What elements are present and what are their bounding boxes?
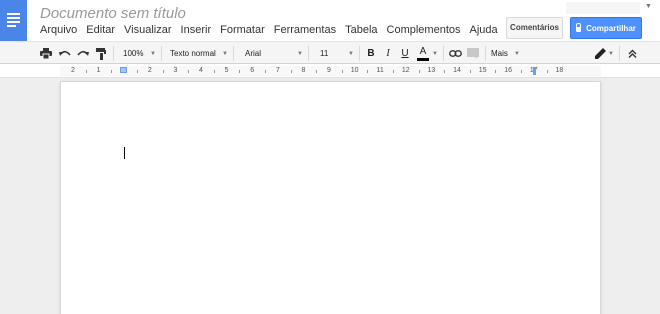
ruler-label: 2 <box>71 67 75 74</box>
menu-item-editar[interactable]: Editar <box>86 24 115 36</box>
ruler-tick <box>521 70 522 73</box>
document-title[interactable]: Documento sem título <box>40 5 186 22</box>
ruler-label: 6 <box>250 67 255 74</box>
ruler-tick <box>85 70 87 73</box>
chevron-down-icon[interactable]: ▼ <box>431 46 439 61</box>
menu-item-formatar[interactable]: Formatar <box>220 24 265 36</box>
ruler-label: 3 <box>173 67 178 74</box>
ruler-label: 16 <box>504 67 513 74</box>
ruler-tick <box>213 70 215 73</box>
account-area[interactable] <box>566 2 640 14</box>
link-icon[interactable] <box>447 46 463 61</box>
underline-button[interactable]: U <box>398 46 412 61</box>
ruler-label: 13 <box>427 67 436 74</box>
menu-item-ajuda[interactable]: Ajuda <box>470 24 498 36</box>
menu-item-arquivo[interactable]: Arquivo <box>40 24 77 36</box>
docs-icon[interactable] <box>0 0 27 41</box>
ruler-tick <box>341 70 343 73</box>
ruler-tick <box>367 70 369 73</box>
ruler-tick <box>162 70 164 73</box>
ruler-tick <box>188 70 190 73</box>
chevron-down-icon: ▼ <box>348 50 354 57</box>
ruler-tick <box>265 70 266 73</box>
ruler-label: 18 <box>555 67 564 74</box>
ruler-label: 4 <box>199 67 203 74</box>
font-size-select[interactable]: 11 ▼ <box>314 46 354 61</box>
ruler-tick <box>290 70 292 73</box>
menu-item-inserir[interactable]: Inserir <box>181 24 212 36</box>
font-select[interactable]: Arial ▼ <box>239 46 303 61</box>
chevron-down-icon: ▼ <box>150 50 156 57</box>
chevron-down-icon: ▼ <box>297 50 303 57</box>
ruler-label: 2 <box>147 67 152 74</box>
ruler-label: 15 <box>478 67 487 74</box>
text-cursor <box>124 147 125 159</box>
menu-item-complementos[interactable]: Complementos <box>387 24 461 36</box>
ruler-label: 12 <box>401 67 410 74</box>
ruler-tick <box>546 70 548 73</box>
chevron-down-icon: ▼ <box>514 50 520 57</box>
zoom-select[interactable]: 100% ▼ <box>118 46 156 61</box>
ruler-tick <box>316 70 318 73</box>
ruler-tick <box>418 70 420 73</box>
text-color-button[interactable]: A <box>415 46 431 61</box>
ruler-tick <box>495 70 497 73</box>
text-color-bar <box>417 57 429 61</box>
indent-marker[interactable] <box>120 67 127 73</box>
toolbar: 100% ▼ Texto normal ▼ Arial ▼ 11 ▼ B I U… <box>0 41 660 64</box>
comment-icon[interactable] <box>465 46 481 61</box>
ruler: 21123456789101112131415161718 <box>0 64 660 78</box>
font-value: Arial <box>245 49 262 58</box>
bold-button[interactable]: B <box>364 46 378 61</box>
more-menu[interactable]: Mais ▼ <box>489 46 520 61</box>
paint-format-icon[interactable] <box>94 46 108 61</box>
comments-button[interactable]: Comentários <box>506 17 563 39</box>
ruler-tick <box>137 70 138 73</box>
ruler-label: 8 <box>301 67 306 74</box>
ruler-tick <box>469 70 471 73</box>
ruler-label: 9 <box>327 67 331 74</box>
ruler-tick <box>393 70 394 73</box>
ruler-tick <box>444 70 446 73</box>
style-value: Texto normal <box>170 49 216 58</box>
share-button[interactable]: Compartilhar <box>570 17 642 39</box>
more-label: Mais <box>491 49 508 58</box>
menu-item-tabela[interactable]: Tabela <box>345 24 377 36</box>
menu-item-ferramentas[interactable]: Ferramentas <box>274 24 336 36</box>
ruler-label: 7 <box>275 67 280 74</box>
undo-icon[interactable] <box>58 46 72 61</box>
pencil-icon[interactable] <box>593 46 607 61</box>
app-header: Documento sem título Arquivo Editar Visu… <box>0 0 660 41</box>
font-size-value: 11 <box>320 49 329 58</box>
print-icon[interactable] <box>39 46 53 61</box>
document-page[interactable] <box>60 81 601 314</box>
redo-icon[interactable] <box>76 46 90 61</box>
right-margin-marker[interactable] <box>533 67 538 75</box>
italic-button[interactable]: I <box>381 46 395 61</box>
chevron-down-icon: ▼ <box>222 50 228 57</box>
text-color-glyph: A <box>419 45 427 57</box>
style-select[interactable]: Texto normal ▼ <box>165 46 228 61</box>
collapse-icon[interactable] <box>625 46 639 61</box>
ruler-tick <box>239 70 241 73</box>
ruler-label: 10 <box>350 67 359 74</box>
lock-icon <box>576 22 582 32</box>
ruler-label: 1 <box>96 67 101 74</box>
menu-item-visualizar[interactable]: Visualizar <box>124 24 172 36</box>
dropdown-arrow-icon[interactable]: ▼ <box>645 3 652 10</box>
menu-bar: Arquivo Editar Visualizar Inserir Format… <box>40 24 507 36</box>
share-label: Compartilhar <box>586 23 636 33</box>
ruler-tick <box>111 70 113 73</box>
ruler-label: 5 <box>224 67 229 74</box>
ruler-label: 11 <box>376 67 384 74</box>
zoom-value: 100% <box>123 49 144 58</box>
ruler-label: 14 <box>453 67 461 74</box>
chevron-down-icon[interactable]: ▼ <box>607 46 615 61</box>
